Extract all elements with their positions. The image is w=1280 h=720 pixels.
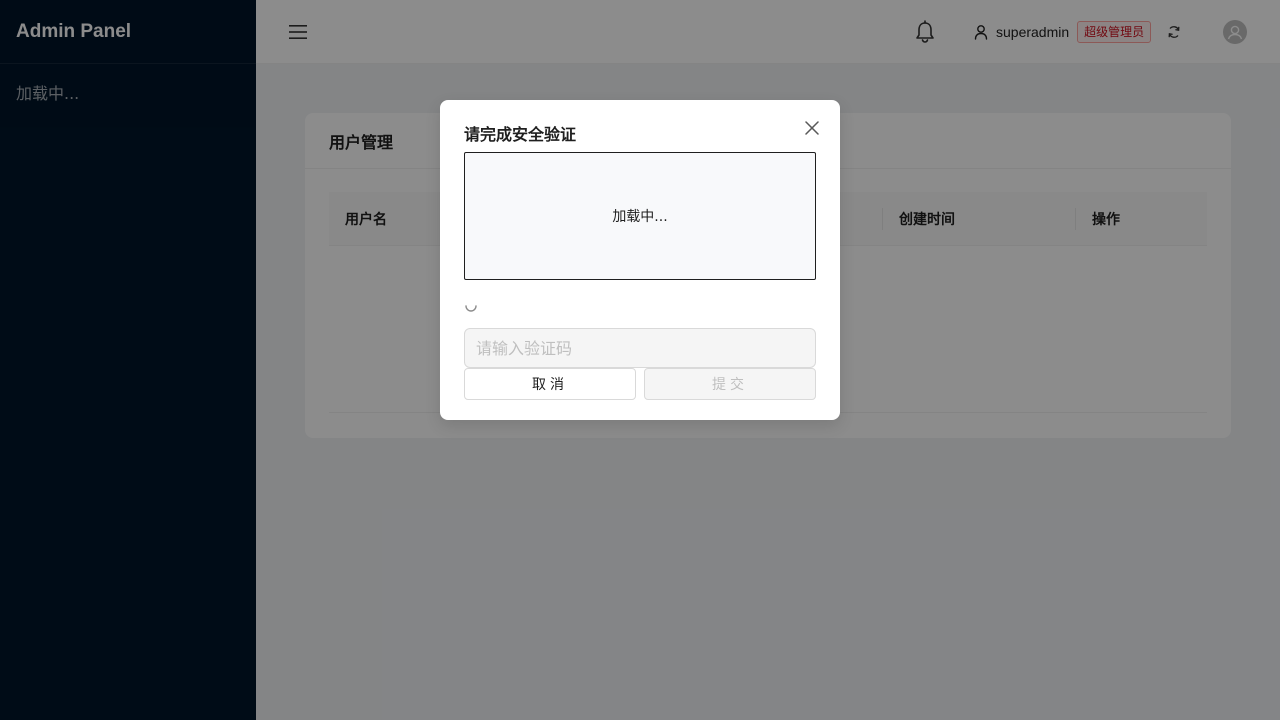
cancel-button[interactable]: 取消 xyxy=(464,368,636,400)
captcha-code-input[interactable] xyxy=(464,328,816,368)
modal-title: 请完成安全验证 xyxy=(464,125,577,144)
close-icon-svg xyxy=(805,121,819,135)
submit-button[interactable]: 提交 xyxy=(644,368,816,400)
loading-spinner-icon xyxy=(465,305,477,312)
app-root: Admin Panel 加载中... superadmin 超级管理员 用户管理… xyxy=(0,0,1280,720)
captcha-loading-text: 加载中... xyxy=(612,209,668,225)
close-icon[interactable] xyxy=(802,118,822,138)
security-verification-modal: 请完成安全验证 加载中... 取消 提交 xyxy=(440,100,840,420)
captcha-image-area[interactable]: 加载中... xyxy=(464,152,816,280)
